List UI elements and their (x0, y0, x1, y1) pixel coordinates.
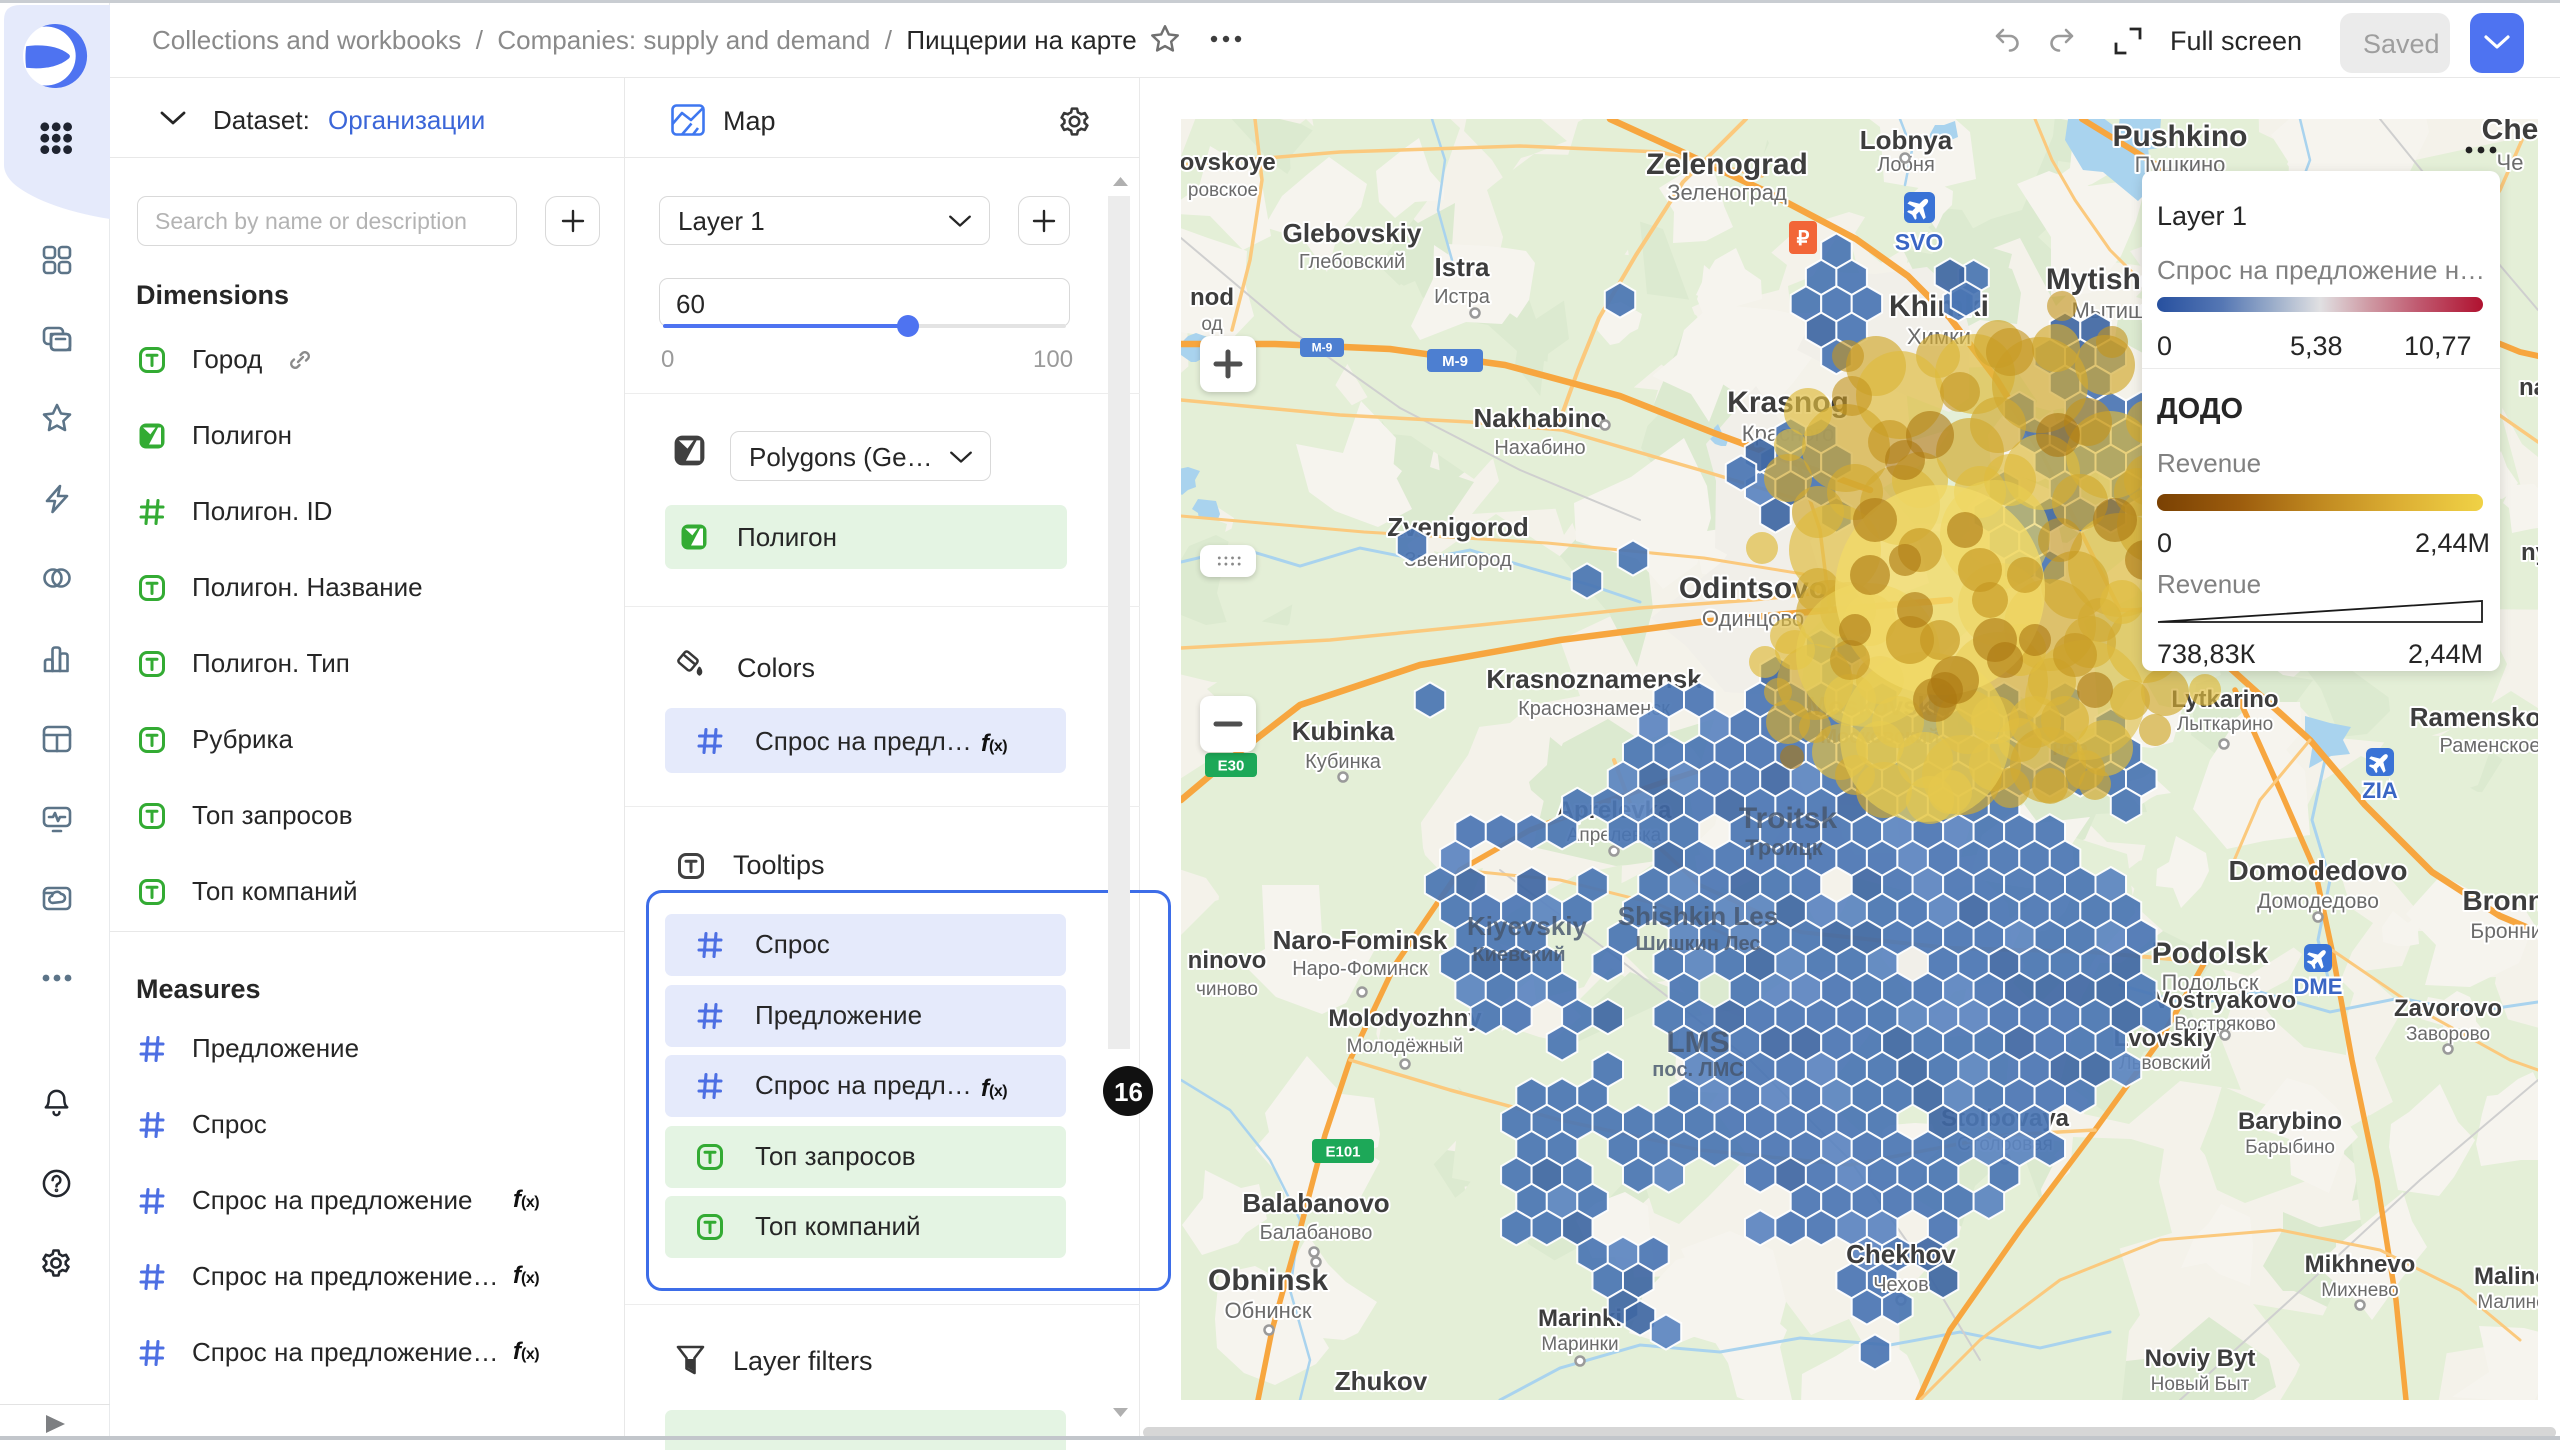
svg-text:Ramenskoye: Ramenskoye (2410, 702, 2538, 732)
svg-text:Новый Быт: Новый Быт (2151, 1374, 2250, 1395)
svg-text:nod: nod (1190, 284, 1234, 311)
svg-text:Mikhnevo: Mikhnevo (2305, 1251, 2416, 1278)
svg-text:Истра: Истра (1434, 286, 1491, 308)
svg-text:ZIA: ZIA (2362, 778, 2398, 803)
svg-text:Маринки: Маринки (1541, 1334, 1618, 1355)
svg-text:Троицк: Троицк (1745, 835, 1824, 860)
svg-text:rovskoye: rovskoye (1181, 149, 1276, 176)
svg-text:Naro-Fominsk: Naro-Fominsk (1273, 925, 1448, 955)
svg-text:Чехов: Чехов (1873, 1274, 1929, 1296)
svg-text:Лыткарино: Лыткарино (2177, 714, 2273, 735)
svg-text:₽: ₽ (1797, 228, 1810, 250)
svg-text:ny: ny (2521, 539, 2538, 566)
svg-text:Барыбино: Барыбино (2245, 1137, 2335, 1158)
svg-text:E101: E101 (1325, 1143, 1360, 1160)
svg-text:Nakhabino: Nakhabino (1474, 403, 1607, 433)
svg-text:E30: E30 (1218, 757, 1245, 774)
svg-text:Shishkin Les: Shishkin Les (1618, 901, 1778, 931)
svg-text:Михнево: Михнево (2321, 1280, 2398, 1301)
svg-text:Молодёжный: Молодёжный (1347, 1036, 1464, 1057)
svg-text:na: na (2519, 374, 2538, 401)
svg-text:LMS: LMS (1666, 1026, 1729, 1059)
svg-text:Глебовский: Глебовский (1299, 251, 1405, 273)
svg-text:ровское: ровское (1188, 180, 1258, 201)
svg-text:Kiyevskiy: Kiyevskiy (1467, 911, 1588, 941)
svg-text:пос. ЛМС: пос. ЛМС (1652, 1059, 1743, 1081)
svg-text:Domodedovo: Domodedovo (2229, 855, 2408, 886)
svg-text:Домодедово: Домодедово (2257, 890, 2379, 913)
svg-text:Раменское: Раменское (2440, 735, 2538, 757)
svg-text:Кубинка: Кубинка (1305, 751, 1382, 773)
svg-text:Киевский: Киевский (1472, 944, 1565, 966)
svg-text:Malino: Malino (2474, 1263, 2538, 1290)
svg-text:Molodyozhny: Molodyozhny (1328, 1005, 1482, 1032)
svg-text:Che: Che (2482, 119, 2538, 146)
svg-text:Podolsk: Podolsk (2152, 937, 2269, 970)
svg-text:Barybino: Barybino (2238, 1108, 2342, 1135)
svg-text:Balabanovo: Balabanovo (1242, 1188, 1389, 1218)
svg-text:Малино: Малино (2477, 1292, 2538, 1313)
svg-text:M-9: M-9 (1312, 341, 1333, 355)
svg-text:SVO: SVO (1895, 229, 1944, 255)
svg-text:Troitsk: Troitsk (1739, 802, 1838, 835)
svg-text:чиново: чиново (1196, 979, 1258, 1000)
svg-text:Обнинск: Обнинск (1225, 1298, 1312, 1323)
svg-text:Балабаново: Балабаново (1260, 1222, 1373, 1244)
svg-text:Шишкин Лес: Шишкин Лес (1635, 933, 1760, 955)
svg-text:Бронницы: Бронницы (2470, 920, 2538, 943)
svg-text:Нахабино: Нахабино (1494, 437, 1585, 459)
svg-text:Наро-Фоминск: Наро-Фоминск (1292, 958, 1428, 980)
svg-text:ninovo: ninovo (1188, 947, 1267, 974)
svg-text:Obninsk: Obninsk (1208, 1264, 1328, 1297)
svg-text:од: од (1201, 314, 1222, 335)
svg-text:Bronnits: Bronnits (2462, 885, 2538, 916)
svg-text:Istra: Istra (1435, 252, 1490, 282)
svg-text:Zhukov: Zhukov (1335, 1366, 1428, 1396)
svg-text:Зеленоград: Зеленоград (1667, 180, 1787, 205)
svg-text:Zavorovo: Zavorovo (2394, 995, 2502, 1022)
svg-text:Lobnya: Lobnya (1860, 125, 1953, 155)
svg-text:Kubinka: Kubinka (1292, 716, 1395, 746)
svg-text:Chekhov: Chekhov (1846, 1239, 1956, 1269)
svg-text:Pushkino: Pushkino (2112, 120, 2247, 153)
svg-text:Zelenograd: Zelenograd (1646, 148, 1808, 181)
svg-text:Заворово: Заворово (2406, 1024, 2490, 1045)
svg-text:Vostryakovo: Vostryakovo (2154, 987, 2296, 1014)
svg-text:DME: DME (2294, 974, 2343, 999)
svg-text:Noviy Byt: Noviy Byt (2145, 1345, 2256, 1372)
svg-text:Glebovskiy: Glebovskiy (1283, 218, 1422, 248)
svg-text:M-9: M-9 (1442, 353, 1468, 370)
